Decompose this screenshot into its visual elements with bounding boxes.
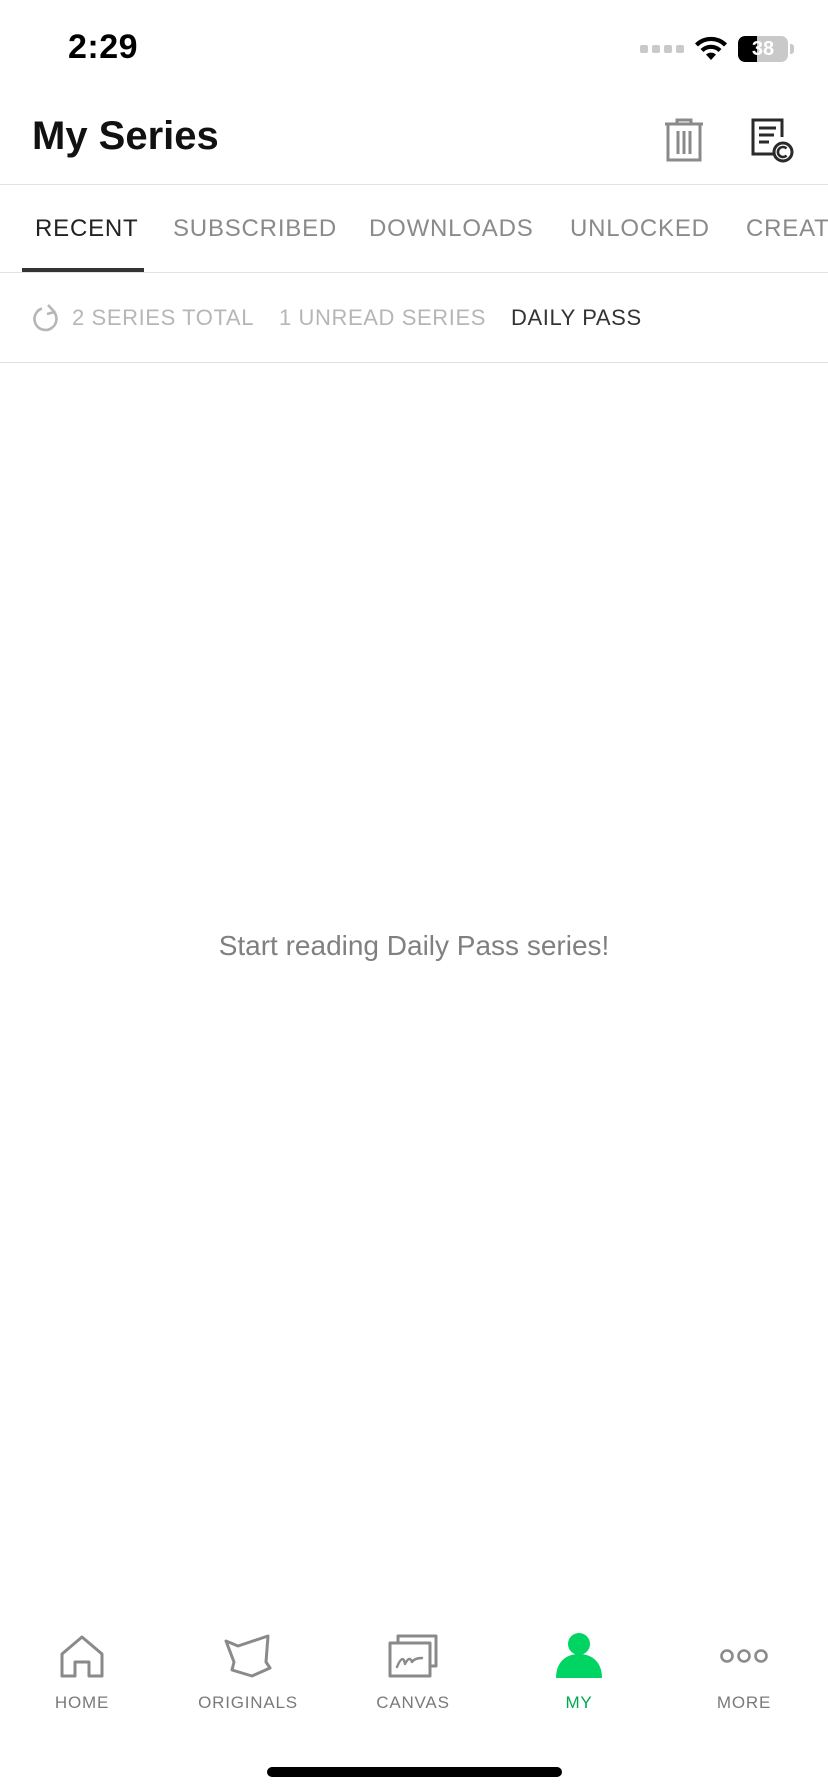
tab-recent[interactable]: RECENT [35, 185, 138, 272]
home-icon [60, 1635, 104, 1678]
filter-bar: 2 SERIES TOTAL 1 UNREAD SERIES DAILY PAS… [0, 273, 828, 363]
copyright-list-icon [751, 118, 794, 163]
trash-icon [665, 118, 703, 162]
tab-downloads[interactable]: DOWNLOADS [369, 185, 534, 272]
nav-label-home: HOME [54, 1693, 110, 1712]
empty-state-message: Start reading Daily Pass series! [218, 930, 610, 961]
series-tabs: RECENT SUBSCRIBED DOWNLOADS UNLOCKED CRE… [0, 185, 828, 273]
nav-more[interactable]: MORE [674, 1625, 814, 1735]
refresh-icon[interactable] [32, 303, 60, 333]
tab-creators[interactable]: CREATO [746, 185, 828, 272]
originals-icon [224, 1634, 272, 1678]
status-bar: 2:29 38 [0, 0, 828, 100]
nav-home[interactable]: HOME [12, 1625, 152, 1735]
bottom-navigation: HOME ORIGINALS CANVAS MY MORE [0, 1625, 828, 1735]
battery-percent: 38 [751, 38, 775, 60]
nav-canvas[interactable]: CANVAS [343, 1625, 483, 1735]
home-indicator[interactable] [267, 1767, 562, 1777]
tab-subscribed[interactable]: SUBSCRIBED [173, 185, 337, 272]
filter-daily-pass[interactable]: DAILY PASS [511, 273, 642, 363]
nav-label-canvas: CANVAS [376, 1693, 450, 1712]
filter-unread-series[interactable]: 1 UNREAD SERIES [279, 273, 486, 363]
battery-tip [790, 44, 794, 54]
canvas-icon [388, 1634, 438, 1678]
header: My Series [0, 100, 828, 185]
nav-my[interactable]: MY [509, 1625, 649, 1735]
status-time: 2:29 [68, 28, 139, 66]
filter-series-total[interactable]: 2 SERIES TOTAL [72, 273, 254, 363]
nav-originals[interactable]: ORIGINALS [178, 1625, 318, 1735]
page-title: My Series [32, 114, 219, 158]
active-tab-indicator [22, 268, 144, 272]
nav-label-originals: ORIGINALS [198, 1693, 298, 1712]
battery-icon: 38 [738, 36, 788, 62]
wifi-icon [695, 36, 727, 60]
status-indicators: 38 [640, 34, 794, 64]
person-icon [556, 1633, 602, 1678]
cellular-signal-icon [640, 45, 684, 53]
copyright-button[interactable] [746, 112, 798, 168]
nav-label-my: MY [565, 1693, 593, 1712]
tab-unlocked[interactable]: UNLOCKED [570, 185, 710, 272]
more-icon [720, 1649, 768, 1663]
nav-label-more: MORE [716, 1693, 772, 1712]
delete-button[interactable] [658, 112, 710, 168]
